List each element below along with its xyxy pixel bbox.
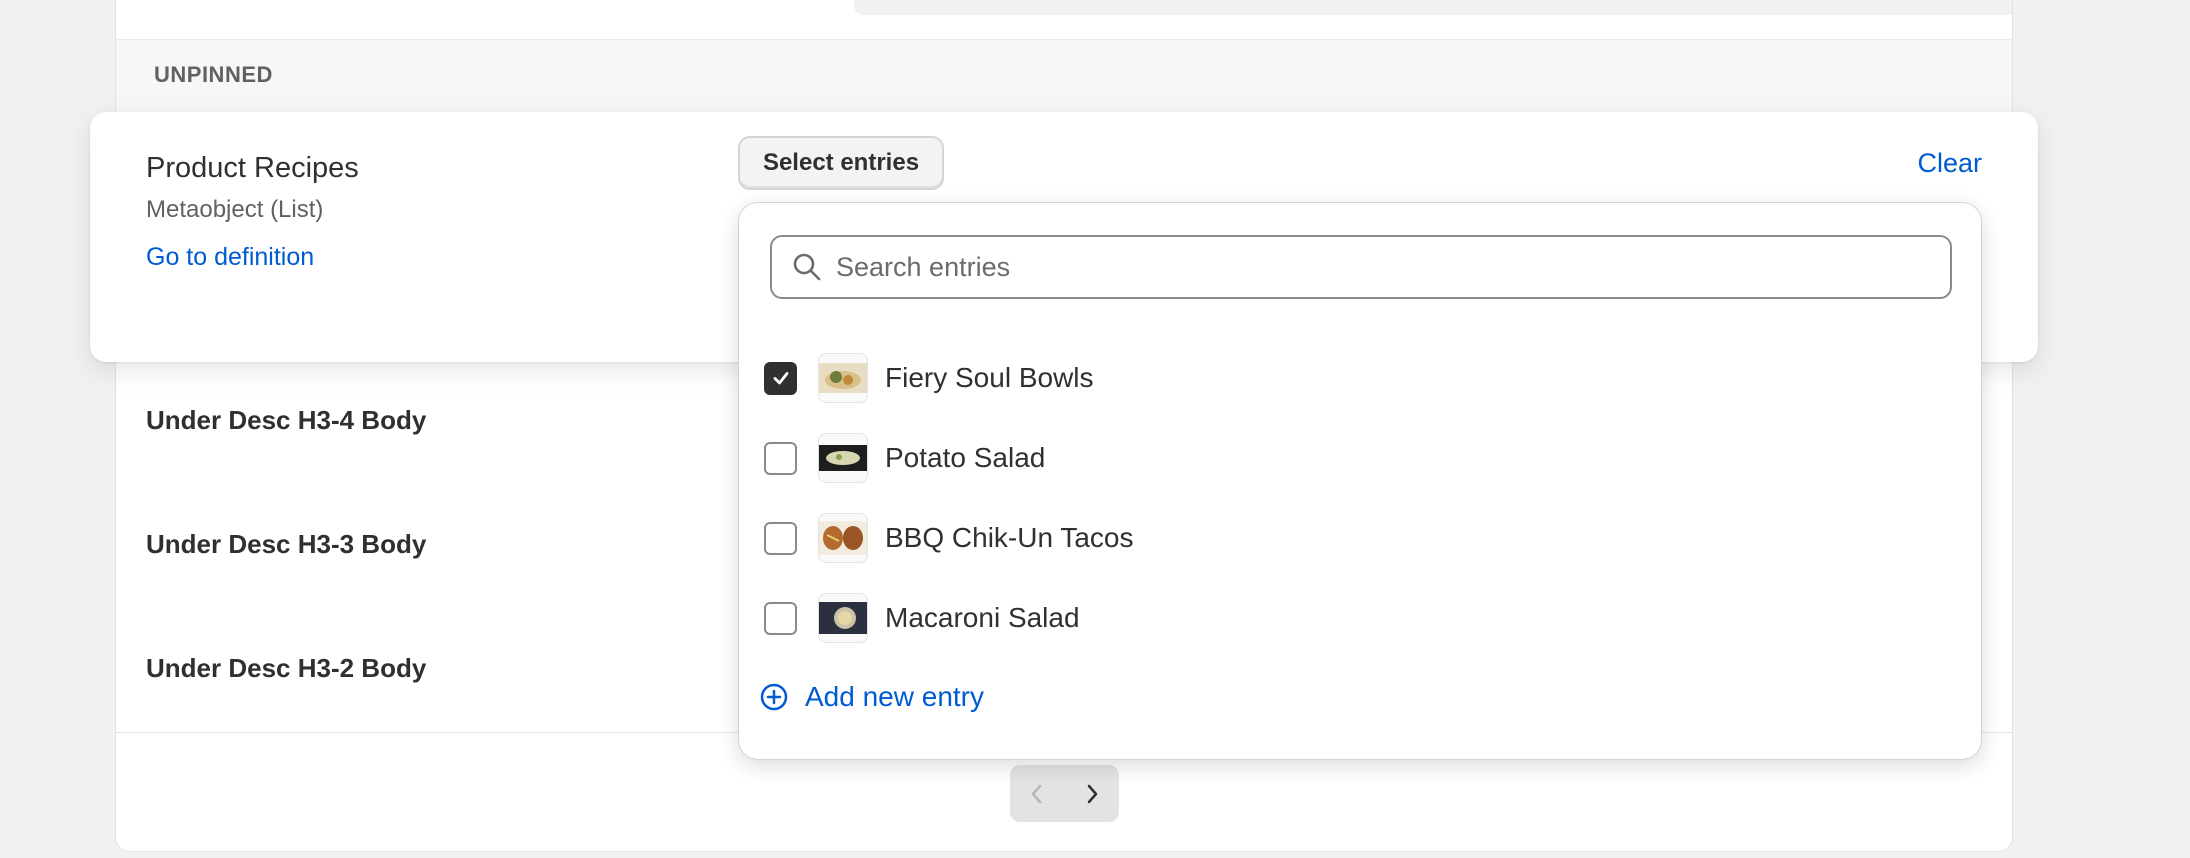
list-item[interactable]: Potato Salad: [764, 428, 1045, 488]
entry-label: BBQ Chik-Un Tacos: [885, 522, 1134, 553]
metafield-row-label: Under Desc H3-4 Body: [146, 405, 427, 435]
field-value-bar: [854, 0, 2012, 15]
plus-circle-icon: [760, 683, 788, 711]
search-input[interactable]: Search entries: [770, 235, 1952, 299]
list-item[interactable]: Fiery Soul Bowls: [764, 348, 1094, 408]
previous-page-button[interactable]: [1010, 765, 1065, 822]
add-new-entry-label: Add new entry: [805, 681, 984, 712]
pagination: [1010, 765, 1119, 822]
next-page-button[interactable]: [1065, 765, 1120, 822]
list-item[interactable]: BBQ Chik-Un Tacos: [764, 508, 1133, 568]
entries-popover: Search entries Fiery Soul Bowls Potato S…: [738, 202, 1982, 760]
search-placeholder: Search entries: [836, 251, 1011, 282]
go-to-definition-link[interactable]: Go to definition: [146, 243, 314, 272]
entry-thumbnail: [818, 593, 868, 643]
entry-thumbnail: [818, 353, 868, 403]
entry-thumbnail: [818, 433, 868, 483]
field-type: Metaobject (List): [146, 196, 324, 223]
select-entries-button[interactable]: Select entries: [738, 136, 944, 190]
entry-thumbnail: [818, 513, 868, 563]
metafield-row-label: Under Desc H3-2 Body: [146, 653, 427, 683]
entry-label: Fiery Soul Bowls: [885, 362, 1094, 393]
list-item[interactable]: Macaroni Salad: [764, 588, 1080, 648]
entry-checkbox[interactable]: [764, 361, 797, 395]
search-icon: [793, 253, 821, 281]
entry-label: Potato Salad: [885, 442, 1046, 473]
field-name: Product Recipes: [146, 152, 359, 184]
chevron-right-icon: [1087, 784, 1097, 803]
checkmark-icon: [773, 372, 788, 385]
metafield-row-label: Under Desc H3-3 Body: [146, 529, 427, 559]
entry-checkbox[interactable]: [764, 441, 797, 475]
chevron-left-icon: [1032, 784, 1042, 803]
entry-checkbox[interactable]: [764, 601, 797, 635]
clear-link[interactable]: Clear: [1917, 148, 1982, 179]
section-label: UNPINNED: [154, 62, 273, 87]
entry-checkbox[interactable]: [764, 521, 797, 555]
add-new-entry-button[interactable]: Add new entry: [759, 681, 984, 713]
entry-label: Macaroni Salad: [885, 602, 1080, 633]
